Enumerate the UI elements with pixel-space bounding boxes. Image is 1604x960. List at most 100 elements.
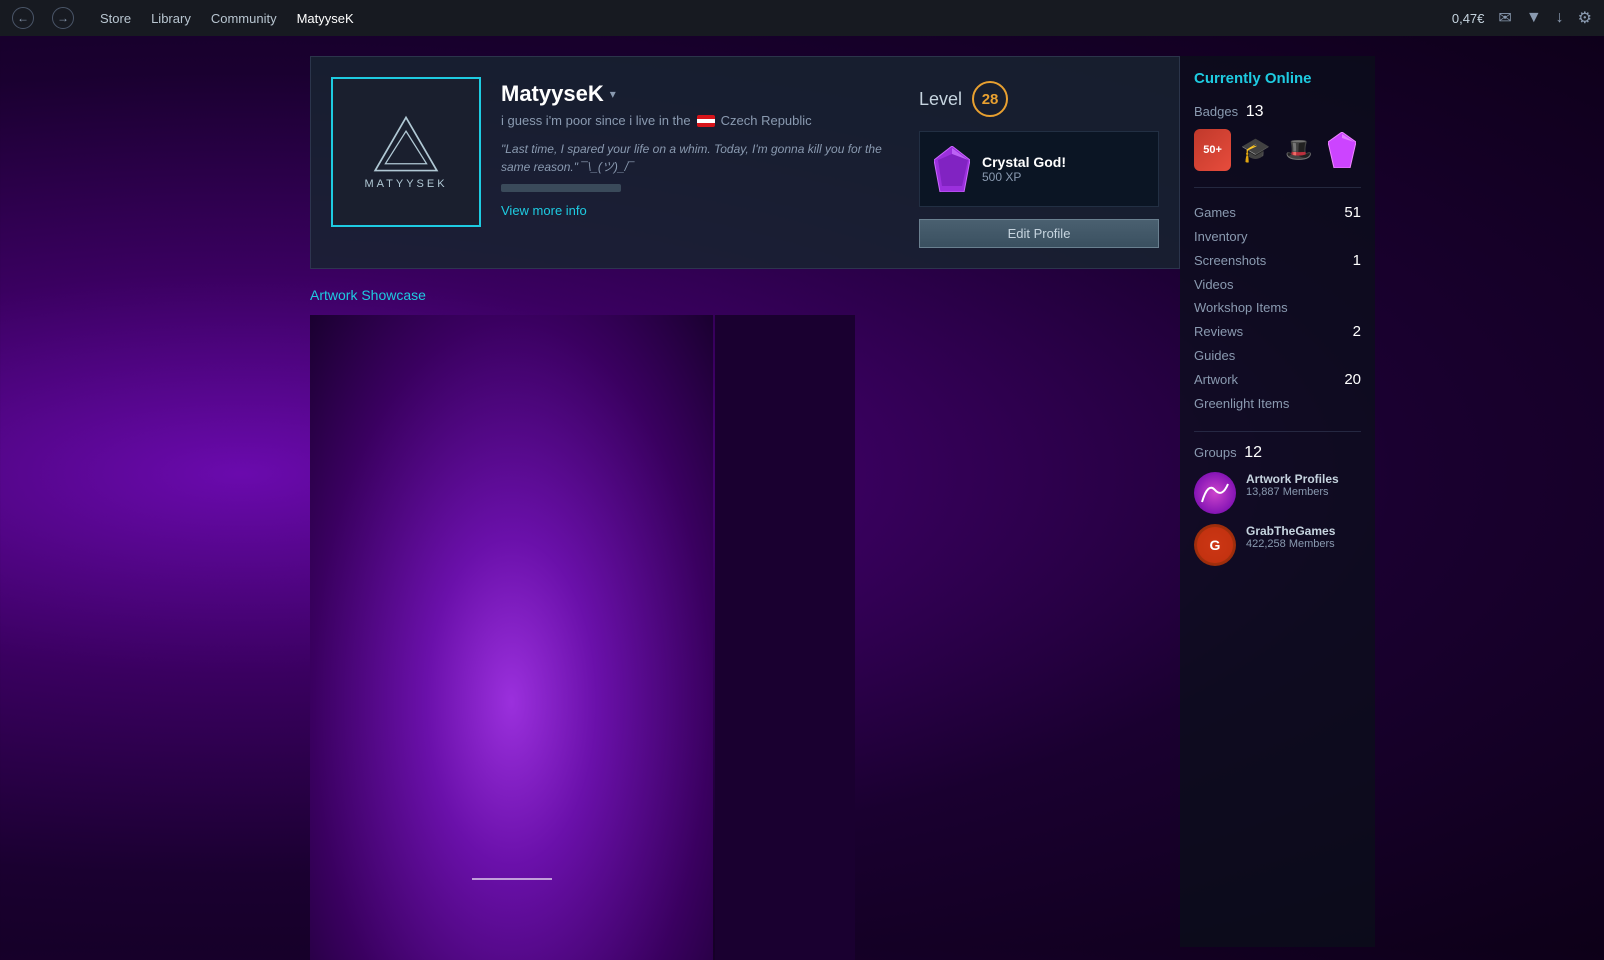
screenshots-label: Screenshots bbox=[1194, 253, 1266, 268]
nav-links: Store Library Community MatyyseK bbox=[100, 11, 354, 26]
showcase-side-panel bbox=[715, 315, 855, 960]
crystal-gem-icon bbox=[934, 146, 970, 192]
divider-1 bbox=[1194, 187, 1361, 188]
mail-icon[interactable]: ✉ bbox=[1498, 8, 1511, 28]
account-icon[interactable]: ▼ bbox=[1526, 9, 1542, 27]
crystal-info: Crystal God! 500 XP bbox=[982, 154, 1066, 184]
badges-section: Badges 13 50+ 🎓 🎩 bbox=[1194, 103, 1361, 171]
nav-controls: ← → Store Library Community MatyyseK bbox=[12, 7, 354, 29]
screenshots-row[interactable]: Screenshots 1 bbox=[1194, 248, 1361, 273]
group-grabthegames[interactable]: G GrabTheGames 422,258 Members bbox=[1194, 524, 1361, 566]
showcase-content bbox=[310, 315, 855, 960]
balance-display: 0,47€ bbox=[1452, 11, 1485, 26]
nav-library[interactable]: Library bbox=[151, 11, 191, 26]
groups-header: Groups 12 bbox=[1194, 444, 1361, 462]
games-count: 51 bbox=[1344, 204, 1361, 221]
location-row: i guess i'm poor since i live in the Cze… bbox=[501, 113, 899, 128]
screenshots-count: 1 bbox=[1353, 252, 1361, 269]
badges-label: Badges bbox=[1194, 104, 1238, 119]
greenlight-row[interactable]: Greenlight Items bbox=[1194, 392, 1361, 415]
download-icon[interactable]: ↓ bbox=[1556, 9, 1564, 27]
avatar-triangle-svg bbox=[371, 114, 441, 174]
greenlight-label: Greenlight Items bbox=[1194, 396, 1289, 411]
badge-school[interactable]: 🎓 bbox=[1237, 129, 1274, 171]
profile-username: MatyyseK bbox=[501, 81, 604, 107]
games-row[interactable]: Games 51 bbox=[1194, 200, 1361, 225]
country-name: Czech Republic bbox=[721, 113, 812, 128]
profile-section: MATYYSEK MatyyseK ▾ i guess i'm poor sin… bbox=[310, 56, 1180, 947]
group-grab-avatar: G bbox=[1194, 524, 1236, 566]
profile-card: MATYYSEK MatyyseK ▾ i guess i'm poor sin… bbox=[310, 56, 1180, 269]
group-artwork-info: Artwork Profiles 13,887 Members bbox=[1246, 472, 1339, 514]
group-grab-members: 422,258 Members bbox=[1246, 538, 1335, 550]
stats-section: Games 51 Inventory Screenshots 1 Videos … bbox=[1194, 200, 1361, 415]
settings-icon[interactable]: ⚙ bbox=[1578, 8, 1592, 28]
nav-store[interactable]: Store bbox=[100, 11, 131, 26]
level-section: Level 28 Crystal God! 500 XP Edit Profil… bbox=[919, 77, 1159, 248]
avatar-text: MATYYSEK bbox=[364, 178, 447, 190]
group-grab-info: GrabTheGames 422,258 Members bbox=[1246, 524, 1335, 566]
crystal-xp: 500 XP bbox=[982, 170, 1066, 184]
guides-row[interactable]: Guides bbox=[1194, 344, 1361, 367]
username-dropdown[interactable]: ▾ bbox=[610, 87, 616, 101]
group-artwork-members: 13,887 Members bbox=[1246, 486, 1339, 498]
group-artwork-profiles[interactable]: Artwork Profiles 13,887 Members bbox=[1194, 472, 1361, 514]
showcase-title: Artwork Showcase bbox=[310, 283, 855, 307]
right-panel: Currently Online Badges 13 50+ 🎓 🎩 bbox=[1180, 56, 1375, 947]
groups-label: Groups bbox=[1194, 445, 1237, 460]
level-header: Level 28 bbox=[919, 77, 1159, 117]
topbar-right: 0,47€ ✉ ▼ ↓ ⚙ bbox=[1452, 8, 1592, 28]
badges-row: 50+ 🎓 🎩 bbox=[1194, 129, 1361, 171]
divider-2 bbox=[1194, 431, 1361, 432]
group-artwork-avatar bbox=[1194, 472, 1236, 514]
badge-crystal[interactable] bbox=[1324, 129, 1361, 171]
artwork-label: Artwork bbox=[1194, 372, 1238, 387]
back-button[interactable]: ← bbox=[12, 7, 34, 29]
username-row: MatyyseK ▾ bbox=[501, 81, 899, 107]
badges-count: 13 bbox=[1246, 103, 1264, 120]
group-artwork-avatar-bg bbox=[1194, 472, 1236, 514]
workshop-row[interactable]: Workshop Items bbox=[1194, 296, 1361, 319]
crystal-card: Crystal God! 500 XP bbox=[919, 131, 1159, 207]
avatar-inner: MATYYSEK bbox=[364, 114, 447, 190]
status-bar bbox=[501, 184, 621, 192]
guides-label: Guides bbox=[1194, 348, 1235, 363]
group-grab-avatar-bg: G bbox=[1194, 524, 1236, 566]
level-label: Level bbox=[919, 89, 962, 110]
showcase-divider bbox=[472, 878, 552, 880]
videos-row[interactable]: Videos bbox=[1194, 273, 1361, 296]
badges-header: Badges 13 bbox=[1194, 103, 1361, 121]
badge-50plus[interactable]: 50+ bbox=[1194, 129, 1231, 171]
groups-section: Groups 12 Artwork Profiles 13,887 Member… bbox=[1194, 444, 1361, 566]
badge-hat[interactable]: 🎩 bbox=[1281, 129, 1318, 171]
svg-text:G: G bbox=[1210, 537, 1221, 553]
inventory-label: Inventory bbox=[1194, 229, 1247, 244]
artwork-row[interactable]: Artwork 20 bbox=[1194, 367, 1361, 392]
nav-community[interactable]: Community bbox=[211, 11, 277, 26]
artwork-showcase: Artwork Showcase bbox=[310, 283, 855, 960]
reviews-count: 2 bbox=[1353, 323, 1361, 340]
flag-icon bbox=[697, 115, 715, 127]
group-grab-name: GrabTheGames bbox=[1246, 524, 1335, 538]
videos-label: Videos bbox=[1194, 277, 1234, 292]
online-status: Currently Online bbox=[1194, 70, 1361, 87]
inventory-row[interactable]: Inventory bbox=[1194, 225, 1361, 248]
avatar: MATYYSEK bbox=[331, 77, 481, 227]
reviews-label: Reviews bbox=[1194, 324, 1243, 339]
reviews-row[interactable]: Reviews 2 bbox=[1194, 319, 1361, 344]
workshop-label: Workshop Items bbox=[1194, 300, 1288, 315]
profile-quote: "Last time, I spared your life on a whim… bbox=[501, 140, 899, 176]
level-badge: 28 bbox=[972, 81, 1008, 117]
view-more-link[interactable]: View more info bbox=[501, 203, 587, 218]
edit-profile-button[interactable]: Edit Profile bbox=[919, 219, 1159, 248]
forward-button[interactable]: → bbox=[52, 7, 74, 29]
profile-info: MatyyseK ▾ i guess i'm poor since i live… bbox=[501, 77, 899, 248]
artwork-count: 20 bbox=[1344, 371, 1361, 388]
location-text: i guess i'm poor since i live in the bbox=[501, 113, 691, 128]
group-artwork-name: Artwork Profiles bbox=[1246, 472, 1339, 486]
showcase-main-image[interactable] bbox=[310, 315, 713, 960]
nav-username[interactable]: MatyyseK bbox=[297, 11, 354, 26]
topbar: ← → Store Library Community MatyyseK 0,4… bbox=[0, 0, 1604, 36]
main-content: MATYYSEK MatyyseK ▾ i guess i'm poor sin… bbox=[0, 36, 1604, 947]
crystal-name: Crystal God! bbox=[982, 154, 1066, 170]
